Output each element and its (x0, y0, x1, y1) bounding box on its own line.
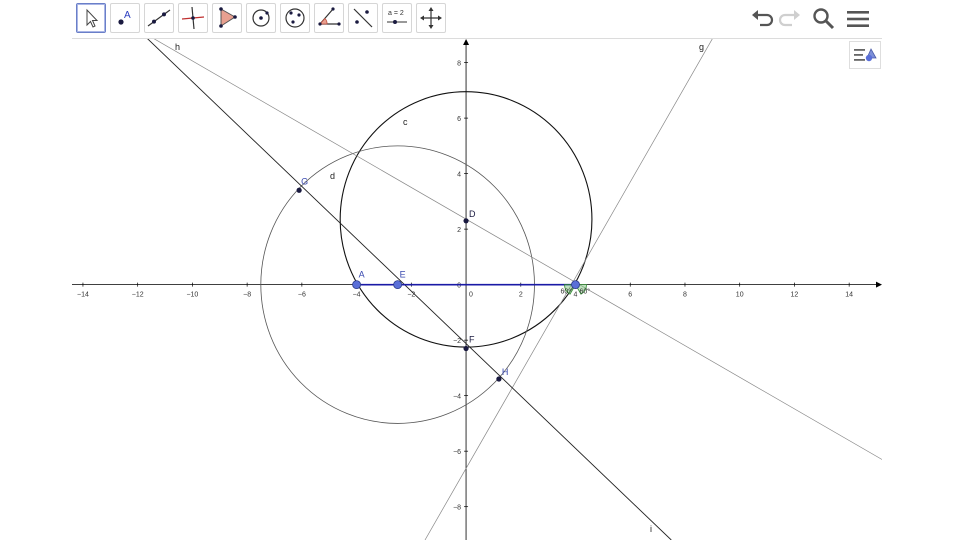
tool-reflect[interactable] (348, 3, 378, 33)
label-i: i (650, 524, 652, 534)
menu-icon (847, 11, 869, 27)
line-through-points-icon (147, 9, 171, 27)
axes: −14 −12 −10 −8 −6 −4 −2 2 4 6 8 10 12 14 8 6 4 2 0 −2 −4 −6 −8… (72, 39, 882, 540)
redo-icon (778, 10, 800, 27)
label-G: G (301, 176, 308, 186)
x-tick-label: 8 (683, 292, 687, 299)
label-d: d (330, 171, 335, 181)
point-F (463, 345, 469, 352)
tool-circle-center-point[interactable] (246, 3, 276, 33)
y-tick-label: 4 (457, 172, 461, 179)
point-D (463, 218, 469, 224)
x-tick-label: 14 (845, 292, 853, 299)
polygon-icon (219, 7, 237, 28)
x-tick-label: 4 (574, 292, 578, 299)
point-B (571, 280, 580, 290)
circle-center-point-icon (252, 9, 270, 27)
x-tick-label: 2 (519, 292, 523, 299)
point-icon: A (118, 10, 131, 25)
tool-circle-three-points[interactable] (280, 3, 310, 33)
label-F: F (469, 334, 475, 344)
point-tool-glyph: A (124, 10, 131, 21)
angle-icon (318, 7, 341, 26)
line-h (153, 39, 882, 460)
slider-icon: a = 2 (387, 10, 407, 24)
y-tick-label: −2 (453, 338, 461, 345)
undo-button[interactable] (748, 5, 776, 33)
point-G (296, 187, 302, 193)
point-A (352, 280, 361, 290)
label-A: A (359, 270, 365, 280)
x-tick-label: 6 (628, 292, 632, 299)
x-tick-label: −2 (407, 292, 415, 299)
circle-three-points-icon (285, 8, 305, 28)
line-i (147, 39, 672, 540)
redo-button[interactable] (776, 5, 804, 33)
label-h: h (175, 42, 180, 52)
slider-tool-glyph: a = 2 (388, 10, 404, 17)
search-icon (813, 8, 835, 30)
label-H: H (502, 367, 509, 377)
perpendicular-line-icon (181, 6, 205, 30)
main-menu-button[interactable] (844, 5, 872, 33)
move-graphics-view-icon (420, 7, 442, 29)
x-tick-label: −12 (132, 292, 144, 299)
reflect-about-line-icon (353, 8, 373, 28)
x-tick-label: −8 (243, 292, 251, 299)
label-g: g (699, 42, 704, 52)
point-E (393, 280, 403, 290)
tool-line[interactable] (144, 3, 174, 33)
label-D: D (469, 209, 476, 219)
search-button[interactable] (810, 5, 838, 33)
label-c: c (403, 117, 408, 127)
construction-objects (147, 39, 882, 540)
tool-point[interactable]: A (110, 3, 140, 33)
undo-icon (752, 10, 774, 27)
y-tick-label: 6 (457, 116, 461, 123)
y-tick-label: −8 (453, 505, 461, 512)
tool-slider[interactable]: a = 2 (382, 3, 412, 33)
object-labels: h g c d i A E D F G H 60° 60° (175, 42, 704, 534)
graphics-view[interactable]: −14 −12 −10 −8 −6 −4 −2 2 4 6 8 10 12 14 8 6 4 2 0 −2 −4 −6 −8… (72, 39, 882, 540)
tool-polygon[interactable] (212, 3, 242, 33)
angle-label-left: 60° (561, 288, 572, 296)
tool-angle[interactable] (314, 3, 344, 33)
tool-move[interactable] (76, 3, 106, 33)
x-tick-label: −10 (186, 292, 198, 299)
angle-label-right: 60° (580, 288, 591, 296)
y-tick-label: 0 (457, 283, 461, 290)
x-tick-label: −4 (353, 292, 361, 299)
tool-move-graphics[interactable] (416, 3, 446, 33)
toolbar: A a = 2 (72, 0, 882, 39)
geogebra-app: A a = 2 −14 −12 −10 −8 −6 −4 −2 2 4 6 8 … (0, 0, 960, 540)
y-axis-arrow (463, 39, 470, 45)
y-tick-label: 2 (457, 227, 461, 234)
point-H (496, 376, 502, 382)
x-tick-label: 12 (791, 292, 799, 299)
x-axis-arrow (876, 281, 882, 288)
y-tick-label: −4 (453, 394, 461, 401)
x-tick-label: −14 (77, 292, 89, 299)
pointer-arrow-icon (86, 8, 99, 28)
label-E: E (400, 270, 406, 280)
x-tick-label: 10 (736, 292, 744, 299)
origin-label: 0 (469, 292, 473, 299)
tool-perpendicular[interactable] (178, 3, 208, 33)
y-tick-label: −6 (453, 449, 461, 456)
x-tick-label: −6 (298, 292, 306, 299)
y-tick-label: 8 (457, 61, 461, 68)
